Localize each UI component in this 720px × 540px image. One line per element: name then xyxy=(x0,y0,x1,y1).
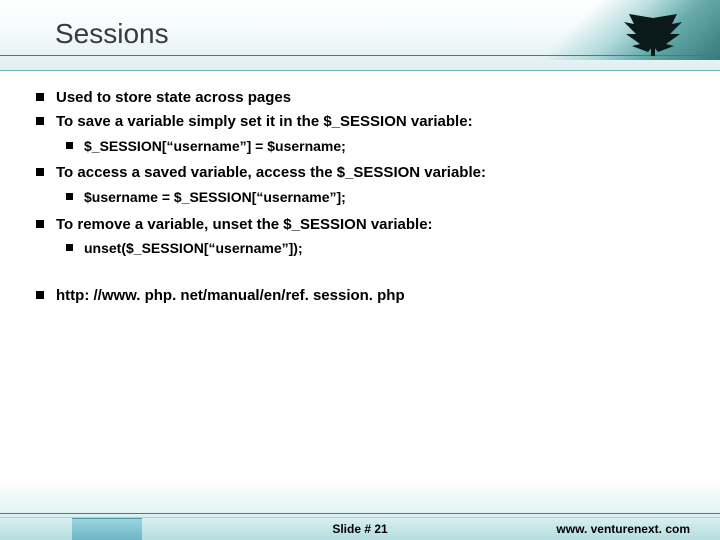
list-item: To access a saved variable, access the $… xyxy=(28,163,692,183)
bullet-list-2: http: //www. php. net/manual/en/ref. ses… xyxy=(28,286,692,306)
header-rule-2 xyxy=(0,70,720,71)
list-item-sub: unset($_SESSION[“username”]); xyxy=(28,239,692,258)
bullet-list: Used to store state across pages To save… xyxy=(28,88,692,258)
list-item: To save a variable simply set it in the … xyxy=(28,112,692,132)
header-rule xyxy=(0,55,720,56)
eagle-logo-icon xyxy=(622,12,684,64)
slide: Sessions Used to store state across page… xyxy=(0,0,720,540)
list-item-sub: $_SESSION[“username”] = $username; xyxy=(28,137,692,156)
list-item-link: http: //www. php. net/manual/en/ref. ses… xyxy=(28,286,692,306)
list-item: Used to store state across pages xyxy=(28,88,692,108)
list-item: To remove a variable, unset the $_SESSIO… xyxy=(28,215,692,235)
footer-rule xyxy=(0,513,720,514)
page-title: Sessions xyxy=(55,18,169,50)
list-item-sub: $username = $_SESSION[“username”]; xyxy=(28,188,692,207)
content-area: Used to store state across pages To save… xyxy=(28,88,692,310)
spacer xyxy=(28,266,692,286)
site-url: www. venturenext. com xyxy=(556,522,690,536)
